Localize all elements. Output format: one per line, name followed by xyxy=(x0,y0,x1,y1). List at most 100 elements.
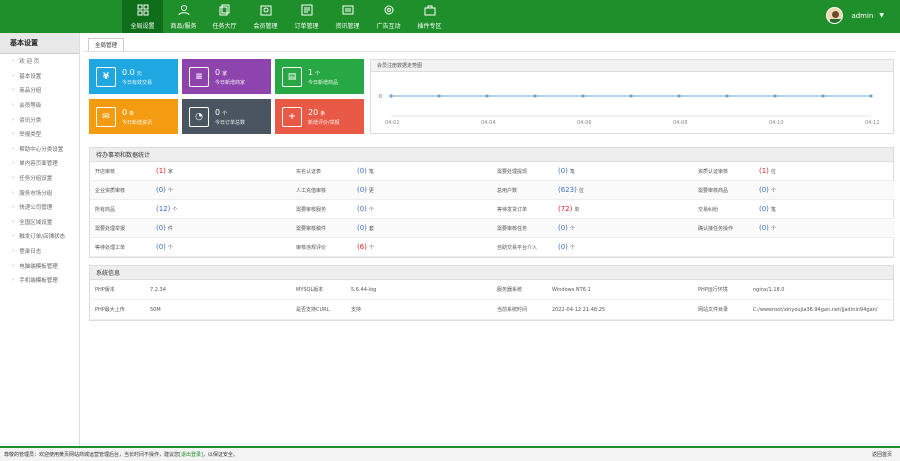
stat-unit: 个 xyxy=(569,225,575,232)
stat-unit: 笔 xyxy=(770,206,776,213)
stat-count[interactable]: (623) xyxy=(558,186,577,194)
stat-unit: 位 xyxy=(770,168,776,175)
nav-item-6[interactable]: 广告互动 xyxy=(368,0,409,33)
nav-item-0[interactable]: 全局设置 xyxy=(122,0,163,33)
sidebar-item[interactable]: 商品分组 xyxy=(0,83,79,98)
stat-value: 0.0 xyxy=(122,67,135,77)
chart-title: 会员注册数据走势图 xyxy=(371,60,893,72)
sysinfo-key: PHP运行环境 xyxy=(693,280,749,300)
sidebar-item[interactable]: 举报类型 xyxy=(0,127,79,142)
sidebar-item[interactable]: 手机端模板管理 xyxy=(0,273,79,288)
sysinfo-key: PHP最大上传 xyxy=(90,300,146,320)
sidebar-item[interactable]: 登录日志 xyxy=(0,244,79,259)
data-point[interactable] xyxy=(485,94,489,98)
nav-item-5[interactable]: 资讯管理 xyxy=(327,0,368,33)
stat-key: 开店审核 xyxy=(90,162,152,181)
data-point[interactable] xyxy=(773,94,777,98)
stat-value-cell: (1) 家 xyxy=(152,162,291,181)
stat-value: 20 xyxy=(308,107,319,117)
username[interactable]: admin xyxy=(851,12,873,20)
stat-count[interactable]: (0) xyxy=(156,243,166,251)
stat-count[interactable]: (0) xyxy=(759,186,769,194)
stat-count[interactable]: (0) xyxy=(357,167,367,175)
chevron-down-icon[interactable]: ▼ xyxy=(879,12,884,19)
data-point[interactable] xyxy=(677,94,681,98)
sidebar-item[interactable]: 会员等级 xyxy=(0,98,79,113)
stat-count[interactable]: (1) xyxy=(759,167,769,175)
nav-item-1[interactable]: 商品/服务 xyxy=(163,0,204,33)
data-point[interactable] xyxy=(389,94,393,98)
data-point[interactable] xyxy=(533,94,537,98)
sidebar-item[interactable]: 任务分组设置 xyxy=(0,171,79,186)
stat-count[interactable]: (6) xyxy=(357,243,367,251)
stat-tile[interactable]: +20 条新增评价/举报 xyxy=(275,99,364,134)
stat-unit: 条 xyxy=(129,110,135,117)
gear-icon xyxy=(383,4,395,21)
nav-item-4[interactable]: 订单管理 xyxy=(286,0,327,33)
sidebar-item[interactable]: 电脑端模板管理 xyxy=(0,258,79,273)
user-menu[interactable]: admin ▼ xyxy=(826,7,884,24)
x-tick-label: 04-06 xyxy=(577,120,592,126)
sidebar-item[interactable]: 服务市场分组 xyxy=(0,185,79,200)
stat-count[interactable]: (0) xyxy=(156,224,166,232)
sidebar-item[interactable]: 快递公司管理 xyxy=(0,200,79,215)
data-point[interactable] xyxy=(821,94,825,98)
sidebar-item[interactable]: 全国区域设置 xyxy=(0,215,79,230)
grid-icon xyxy=(137,4,149,21)
stat-value-cell: (0) 个 xyxy=(554,238,693,257)
stat-key: 自助交易平台介入 xyxy=(492,238,554,257)
data-point[interactable] xyxy=(437,94,441,98)
stat-count[interactable]: (0) xyxy=(759,224,769,232)
top-navigation-bar: 全局设置 商品/服务 任务大厅 会员管理 订单管理 资讯管理 广告互动 插件专区 admin … xyxy=(0,0,900,33)
tab-global-management[interactable]: 全局管理 xyxy=(88,38,125,51)
stat-tile[interactable]: ▤ 1 个今日新增商品 xyxy=(275,59,364,94)
logout-link[interactable]: [退出登录] xyxy=(179,451,203,458)
stat-count[interactable]: (12) xyxy=(156,205,170,213)
sidebar: 基本设置 欢 迎 页基本设置商品分组会员等级资讯分类举报类型帮助中心分类设置单内… xyxy=(0,33,80,446)
stat-count[interactable]: (0) xyxy=(357,224,367,232)
stat-key: 确认接任务操作 xyxy=(693,219,755,238)
data-point[interactable] xyxy=(581,94,585,98)
stat-unit: 个 xyxy=(172,206,178,213)
stat-label: 新增评价/举报 xyxy=(308,119,340,126)
stat-tile[interactable]: ≡ 0 家今日新增商家 xyxy=(182,59,271,94)
stat-key: 所有商品 xyxy=(90,200,152,219)
stat-tile[interactable]: ¥0.0 元今日有效交易 xyxy=(89,59,178,94)
sidebar-item[interactable]: 基本设置 xyxy=(0,69,79,84)
sidebar-item[interactable]: 触发订单/店铺状态 xyxy=(0,229,79,244)
sidebar-item[interactable]: 资讯分类 xyxy=(0,112,79,127)
stat-unit: 个 xyxy=(167,187,173,194)
stat-count[interactable]: (0) xyxy=(558,224,568,232)
back-home-link[interactable]: 返回首页 xyxy=(872,451,892,458)
stat-tile[interactable]: ◔ 0 个今日订单总数 xyxy=(182,99,271,134)
nav-item-7[interactable]: 插件专区 xyxy=(409,0,450,33)
nav-item-2[interactable]: 任务大厅 xyxy=(204,0,245,33)
stat-tile[interactable]: ✉ 0 条今日新增资讯 xyxy=(89,99,178,134)
stat-value-cell: (0) 笔 xyxy=(755,200,895,219)
stat-key: 需要审核稿件 xyxy=(291,219,353,238)
stat-count[interactable]: (0) xyxy=(357,205,367,213)
sidebar-item[interactable]: 欢 迎 页 xyxy=(0,54,79,69)
stat-label: 今日新增商品 xyxy=(308,79,339,86)
nav-item-3[interactable]: 会员管理 xyxy=(245,0,286,33)
stat-count[interactable]: (0) xyxy=(759,205,769,213)
data-point[interactable] xyxy=(869,94,873,98)
nav-item-label: 任务大厅 xyxy=(212,22,237,30)
data-point[interactable] xyxy=(629,94,633,98)
stat-count[interactable]: (0) xyxy=(558,243,568,251)
stat-count[interactable]: (0) xyxy=(558,167,568,175)
stat-count[interactable]: (0) xyxy=(357,186,367,194)
stat-value: 0 xyxy=(122,107,128,117)
data-point[interactable] xyxy=(725,94,729,98)
sidebar-item[interactable]: 帮助中心分类设置 xyxy=(0,142,79,157)
stat-count[interactable]: (72) xyxy=(558,205,572,213)
stat-count[interactable]: (1) xyxy=(156,167,166,175)
sysinfo-value: Windows NT6.1 xyxy=(548,280,693,300)
nav-item-label: 广告互动 xyxy=(376,22,401,30)
sidebar-item[interactable]: 单内容页面管理 xyxy=(0,156,79,171)
stat-count[interactable]: (0) xyxy=(156,186,166,194)
stat-key: 需要审核任务 xyxy=(492,219,554,238)
sysinfo-key: PHP版本 xyxy=(90,280,146,300)
stat-value: 0 xyxy=(215,67,221,77)
avatar[interactable] xyxy=(826,7,844,24)
